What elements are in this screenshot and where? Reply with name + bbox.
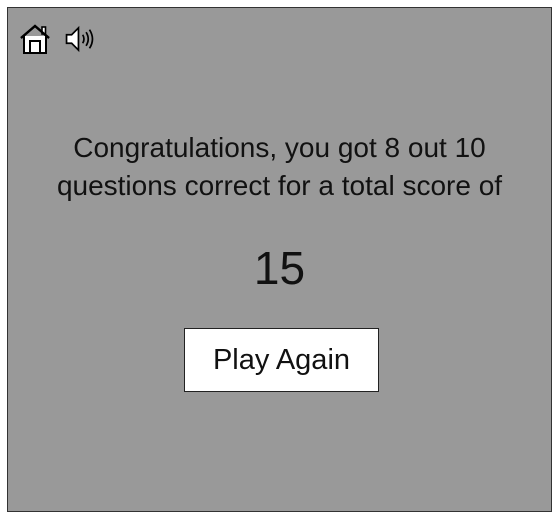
result-message: Congratulations, you got 8 out 10 questi… [8, 129, 551, 205]
game-over-panel: Congratulations, you got 8 out 10 questi… [7, 7, 552, 512]
result-message-line-2: questions correct for a total score of [56, 170, 503, 201]
result-message-line-1: Congratulations, you got 8 out 10 [73, 132, 486, 163]
toolbar [18, 22, 98, 56]
speaker-volume-icon[interactable] [64, 22, 98, 56]
score-value: 15 [253, 242, 306, 294]
home-icon[interactable] [18, 22, 52, 56]
play-again-button[interactable]: Play Again [184, 328, 379, 392]
